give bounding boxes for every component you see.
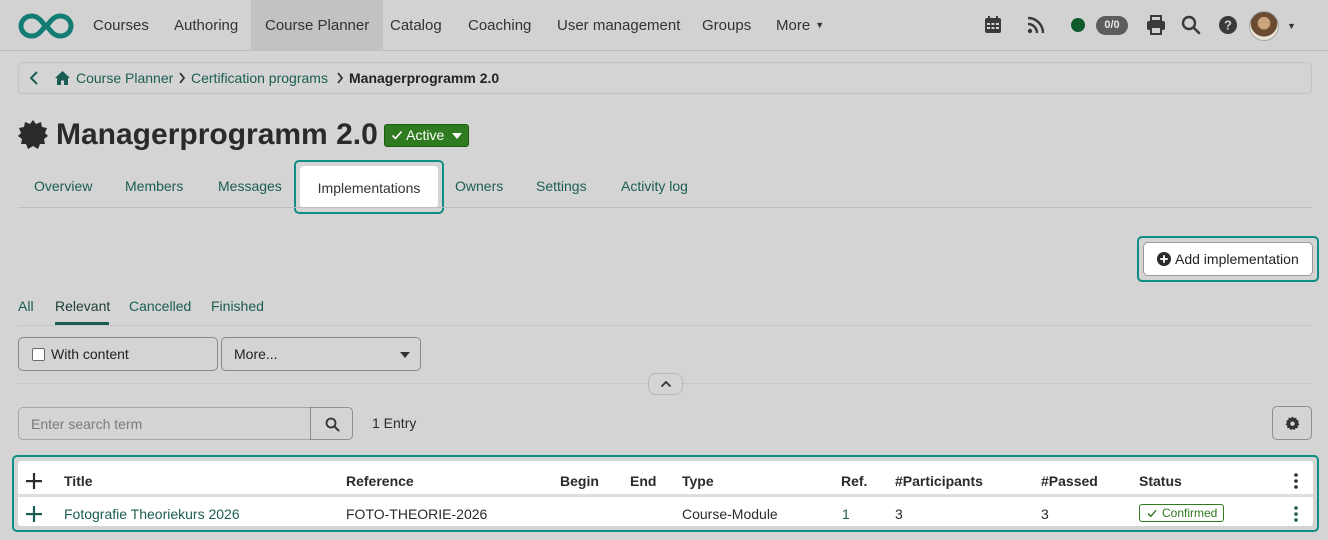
with-content-filter[interactable]: With content	[18, 337, 218, 371]
nav-authoring[interactable]: Authoring	[160, 0, 252, 51]
caret-down-icon	[452, 133, 462, 139]
tab-owners[interactable]: Owners	[455, 178, 503, 194]
back-icon[interactable]	[27, 70, 41, 86]
table-settings-button[interactable]	[1272, 406, 1312, 440]
nav-coaching[interactable]: Coaching	[454, 0, 545, 51]
status-dropdown[interactable]: Active	[384, 124, 469, 147]
nav-catalog[interactable]: Catalog	[376, 0, 456, 51]
tab-activity-log[interactable]: Activity log	[621, 178, 688, 194]
more-filters-label: More...	[234, 346, 278, 362]
filter-tab-all[interactable]: All	[18, 298, 34, 314]
nav-more[interactable]: More ▼	[762, 0, 838, 51]
tab-overview[interactable]: Overview	[34, 178, 92, 194]
breadcrumb-current: Managerprogramm 2.0	[349, 70, 500, 86]
status-label: Confirmed	[1162, 506, 1218, 520]
tab-settings[interactable]: Settings	[536, 178, 587, 194]
filter-tabs-divider	[18, 325, 1312, 326]
chevron-down-icon[interactable]: ▼	[1287, 21, 1296, 31]
search-icon	[325, 417, 340, 432]
expand-all-icon[interactable]	[26, 473, 42, 489]
row-title-link[interactable]: Fotografie Theoriekurs 2026	[64, 506, 240, 522]
logo-icon[interactable]	[18, 12, 74, 40]
check-icon	[1147, 509, 1157, 518]
with-content-label: With content	[51, 346, 129, 362]
search-button[interactable]	[310, 407, 353, 440]
help-icon[interactable]: ?	[1217, 14, 1239, 36]
row-type: Course-Module	[682, 506, 778, 522]
nav-groups[interactable]: Groups	[688, 0, 765, 51]
column-header-status[interactable]: Status	[1139, 473, 1182, 489]
breadcrumb-certification-programs[interactable]: Certification programs	[191, 70, 328, 86]
online-status-icon[interactable]	[1071, 18, 1085, 32]
add-implementation-highlight: Add implementation	[1137, 236, 1319, 282]
certificate-seal-icon	[18, 120, 48, 149]
nav-courses[interactable]: Courses	[79, 0, 163, 51]
tab-messages[interactable]: Messages	[218, 178, 282, 194]
rss-icon[interactable]	[1025, 14, 1047, 36]
column-header-ref[interactable]: Ref.	[841, 473, 867, 489]
breadcrumb: Course Planner Certification programs Ma…	[18, 62, 1312, 94]
row-participants: 3	[895, 506, 903, 522]
nav-course-planner[interactable]: Course Planner	[251, 0, 384, 51]
column-header-type[interactable]: Type	[682, 473, 714, 489]
chevron-right-icon	[337, 72, 344, 84]
row-ref-link[interactable]: 1	[842, 506, 850, 522]
svg-text:?: ?	[1224, 18, 1232, 33]
top-navigation: Courses Authoring Course Planner Catalog…	[0, 0, 1328, 51]
column-header-reference[interactable]: Reference	[346, 473, 414, 489]
status-label: Active	[406, 127, 445, 143]
add-implementation-label: Add implementation	[1175, 251, 1299, 267]
chat-count-badge[interactable]: 0/0	[1096, 16, 1128, 35]
more-filters-select[interactable]: More...	[221, 337, 421, 371]
column-header-begin[interactable]: Begin	[560, 473, 599, 489]
entry-count: 1 Entry	[372, 415, 417, 431]
chevron-right-icon	[179, 72, 186, 84]
search-input[interactable]	[18, 407, 311, 440]
avatar[interactable]	[1249, 11, 1279, 41]
column-header-participants[interactable]: #Participants	[895, 473, 983, 489]
page-title: Managerprogramm 2.0	[56, 118, 378, 151]
collapse-filters-button[interactable]	[648, 373, 683, 395]
column-header-passed[interactable]: #Passed	[1041, 473, 1098, 489]
status-badge: Confirmed	[1139, 504, 1224, 522]
filter-tab-finished[interactable]: Finished	[211, 298, 264, 314]
filter-tab-cancelled[interactable]: Cancelled	[129, 298, 191, 314]
filter-tab-relevant[interactable]: Relevant	[55, 298, 110, 314]
column-header-title[interactable]: Title	[64, 473, 93, 489]
chevron-down-icon: ▼	[815, 20, 825, 30]
tab-implementations-highlight: Implementations	[294, 160, 444, 214]
with-content-checkbox[interactable]	[32, 348, 45, 361]
active-filter-indicator	[55, 322, 109, 325]
nav-user-management[interactable]: User management	[543, 0, 694, 51]
row-reference: FOTO-THEORIE-2026	[346, 506, 488, 522]
row-passed: 3	[1041, 506, 1049, 522]
gear-icon	[1285, 416, 1300, 431]
add-implementation-button[interactable]: Add implementation	[1143, 242, 1313, 276]
column-header-end[interactable]: End	[630, 473, 656, 489]
table-header-divider	[18, 494, 1313, 497]
chevron-up-icon	[660, 380, 672, 388]
check-icon	[391, 130, 403, 140]
tab-implementations[interactable]: Implementations	[300, 166, 438, 208]
search-icon[interactable]	[1180, 14, 1202, 36]
expand-row-icon[interactable]	[26, 506, 42, 522]
calendar-icon[interactable]	[982, 14, 1004, 36]
more-options-icon[interactable]	[1294, 473, 1298, 489]
tab-members[interactable]: Members	[125, 178, 183, 194]
nav-more-label: More	[776, 17, 811, 34]
row-actions-icon[interactable]	[1294, 506, 1298, 522]
plus-circle-icon	[1157, 252, 1171, 266]
print-icon[interactable]	[1145, 14, 1167, 36]
breadcrumb-course-planner[interactable]: Course Planner	[76, 70, 173, 86]
implementations-table-highlight: Title Reference Begin End Type Ref. #Par…	[12, 455, 1319, 532]
home-icon[interactable]	[54, 70, 71, 86]
caret-down-icon	[400, 352, 410, 358]
tabs-divider	[18, 207, 1312, 208]
implementations-table: Title Reference Begin End Type Ref. #Par…	[18, 461, 1313, 526]
